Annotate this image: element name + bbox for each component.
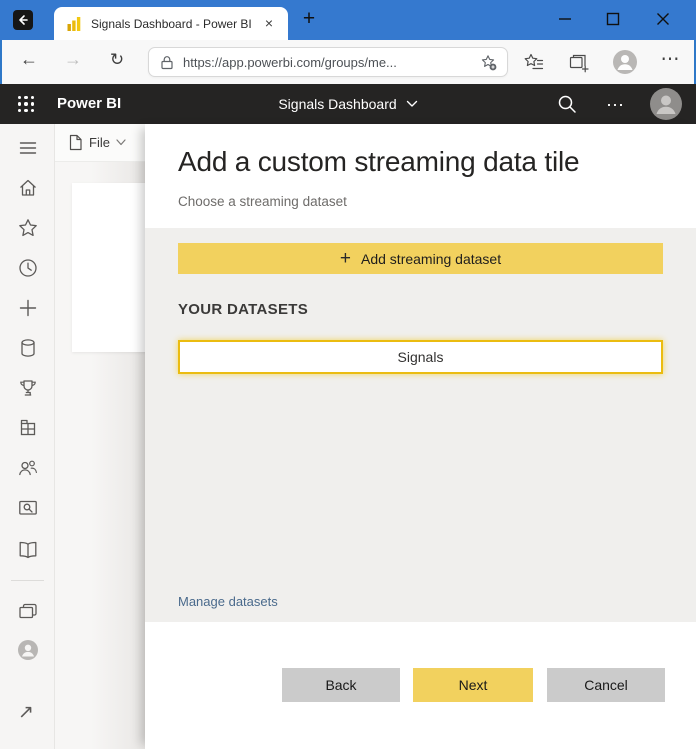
lock-icon xyxy=(160,55,174,70)
url-text[interactable]: https://app.powerbi.com/groups/me... xyxy=(183,55,480,70)
nav-my-workspace-avatar[interactable] xyxy=(17,639,39,661)
dialog-footer: Back Next Cancel xyxy=(145,622,696,749)
browser-window: Signals Dashboard - Power BI × + ← → ↻ h… xyxy=(0,0,696,749)
plus-icon: + xyxy=(339,248,351,269)
header-more-options-icon[interactable]: ⋯ xyxy=(602,85,628,125)
refresh-icon[interactable]: ↻ xyxy=(104,50,130,70)
browser-profile-avatar[interactable] xyxy=(612,49,638,75)
nav-shared-icon[interactable] xyxy=(17,457,39,479)
add-streaming-dataset-label: Add streaming dataset xyxy=(361,250,502,267)
app-launcher-icon[interactable] xyxy=(16,94,36,114)
nav-learn-icon[interactable] xyxy=(17,539,39,561)
browser-settings-more-icon[interactable]: ⋯ xyxy=(657,48,683,71)
forward-icon: → xyxy=(64,49,82,69)
add-favorite-icon[interactable] xyxy=(480,54,497,71)
next-button[interactable]: Next xyxy=(413,668,533,702)
favorites-icon[interactable] xyxy=(523,51,545,73)
dialog-subtitle: Choose a streaming dataset xyxy=(178,194,347,209)
nav-favorites-icon[interactable] xyxy=(17,217,39,239)
account-avatar[interactable] xyxy=(650,88,682,120)
powerbi-header: Power BI Signals Dashboard ⋯ xyxy=(0,84,696,124)
vertical-tabs-icon[interactable] xyxy=(13,10,33,30)
page-behind-dialog: File xyxy=(55,124,145,749)
dialog-title: Add a custom streaming data tile xyxy=(178,146,580,177)
nav-datasets-icon[interactable] xyxy=(17,337,39,359)
chevron-down-icon[interactable] xyxy=(406,100,418,108)
dataset-item-label: Signals xyxy=(397,349,444,365)
nav-explore-icon[interactable] xyxy=(17,497,39,519)
search-icon[interactable] xyxy=(556,93,578,115)
dialog-header: Add a custom streaming data tile Choose … xyxy=(145,124,696,228)
nav-create-icon[interactable] xyxy=(17,297,39,319)
tab-close-icon[interactable]: × xyxy=(260,15,278,33)
browser-toolbar: ← → ↻ https://app.powerbi.com/groups/me.… xyxy=(2,40,694,84)
file-chevron-down-icon xyxy=(116,139,126,146)
collections-icon[interactable] xyxy=(567,51,589,73)
add-streaming-dataset-button[interactable]: + Add streaming dataset xyxy=(178,243,663,274)
nav-home-icon[interactable] xyxy=(17,177,39,199)
browser-titlebar: Signals Dashboard - Power BI × + xyxy=(0,0,696,40)
tab-title: Signals Dashboard - Power BI xyxy=(91,16,252,31)
file-menu[interactable]: File xyxy=(55,124,145,162)
powerbi-brand[interactable]: Power BI xyxy=(57,84,121,124)
file-icon xyxy=(68,134,83,151)
dashboard-title[interactable]: Signals Dashboard xyxy=(278,96,396,112)
file-menu-label[interactable]: File xyxy=(89,135,110,150)
powerbi-logo-icon xyxy=(66,16,82,32)
dashboard-canvas xyxy=(55,162,145,749)
cancel-button[interactable]: Cancel xyxy=(547,668,665,702)
window-close-button[interactable] xyxy=(646,4,680,34)
browser-tab[interactable]: Signals Dashboard - Power BI × xyxy=(54,7,288,40)
rail-divider xyxy=(11,580,44,581)
back-button[interactable]: Back xyxy=(282,668,400,702)
dashboard-tile xyxy=(72,183,145,352)
nav-recent-icon[interactable] xyxy=(17,257,39,279)
nav-browse-icon[interactable] xyxy=(17,601,39,623)
nav-workspaces-icon[interactable] xyxy=(17,417,39,439)
navigation-rail: ↗ xyxy=(0,124,55,749)
your-datasets-heading: YOUR DATASETS xyxy=(178,301,309,318)
window-maximize-button[interactable] xyxy=(596,4,630,34)
nav-goals-icon[interactable] xyxy=(17,377,39,399)
window-minimize-button[interactable] xyxy=(548,4,582,34)
new-tab-button[interactable]: + xyxy=(296,6,322,32)
dialog-body: + Add streaming dataset YOUR DATASETS Si… xyxy=(145,228,696,622)
add-streaming-tile-dialog: Add a custom streaming data tile Choose … xyxy=(145,124,696,749)
dataset-item-signals[interactable]: Signals xyxy=(178,340,663,374)
nav-open-in-new-icon[interactable]: ↗ xyxy=(18,701,34,724)
manage-datasets-link[interactable]: Manage datasets xyxy=(178,594,278,609)
address-bar[interactable]: https://app.powerbi.com/groups/me... xyxy=(148,47,508,77)
nav-menu-icon[interactable] xyxy=(17,137,39,159)
back-icon[interactable]: ← xyxy=(16,49,42,70)
